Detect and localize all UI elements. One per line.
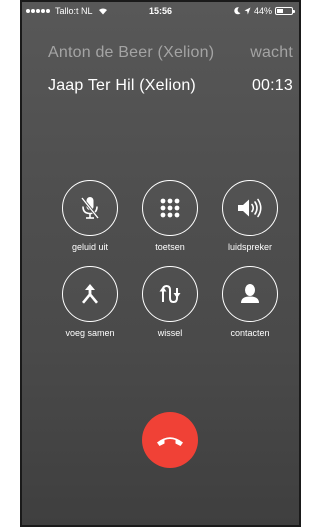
contacts-label: contacten	[230, 328, 270, 338]
speaker-circle[interactable]	[222, 180, 278, 236]
mute-label: geluid uit	[71, 242, 109, 252]
merge-circle[interactable]	[62, 266, 118, 322]
swap-circle[interactable]	[142, 266, 198, 322]
moon-icon	[234, 7, 241, 15]
contacts-button[interactable]: contacten	[210, 266, 290, 338]
merge-button[interactable]: voeg samen	[50, 266, 130, 338]
mic-off-icon	[80, 197, 100, 219]
contact-icon	[241, 284, 259, 303]
keypad-label: toetsen	[155, 242, 185, 252]
swap-icon	[159, 284, 181, 304]
phone-screen: Tallo:t NL 15:56 44% Anton de Beer (Xeli…	[20, 0, 301, 527]
call-duration: 00:13	[251, 77, 293, 94]
active-call-name: Jaap Ter Hil (Xelion)	[48, 77, 196, 94]
active-call-row[interactable]: Jaap Ter Hil (Xelion) 00:13	[48, 77, 293, 95]
speaker-icon	[238, 198, 262, 218]
hangup-icon	[157, 437, 183, 446]
battery-percentage: 44%	[253, 6, 272, 16]
location-arrow-icon	[244, 7, 251, 15]
merge-label: voeg samen	[65, 328, 115, 338]
held-call-name: Anton de Beer (Xelion)	[48, 44, 215, 61]
speaker-button[interactable]: luidspreker	[210, 180, 290, 252]
held-call-row[interactable]: Anton de Beer (Xelion) wacht	[48, 44, 293, 62]
held-call-status: wacht	[250, 44, 293, 61]
merge-icon	[82, 284, 98, 304]
keypad-icon	[160, 198, 180, 218]
keypad-circle[interactable]	[142, 180, 198, 236]
mute-circle[interactable]	[62, 180, 118, 236]
swap-label: wissel	[157, 328, 183, 338]
end-call-button[interactable]	[142, 412, 198, 468]
status-bar: Tallo:t NL 15:56 44%	[22, 2, 299, 20]
status-right: 44%	[234, 6, 295, 16]
swap-button[interactable]: wissel	[130, 266, 210, 338]
speaker-label: luidspreker	[227, 242, 273, 252]
contacts-circle[interactable]	[222, 266, 278, 322]
mute-button[interactable]: geluid uit	[50, 180, 130, 252]
battery-icon	[275, 7, 295, 15]
keypad-button[interactable]: toetsen	[130, 180, 210, 252]
